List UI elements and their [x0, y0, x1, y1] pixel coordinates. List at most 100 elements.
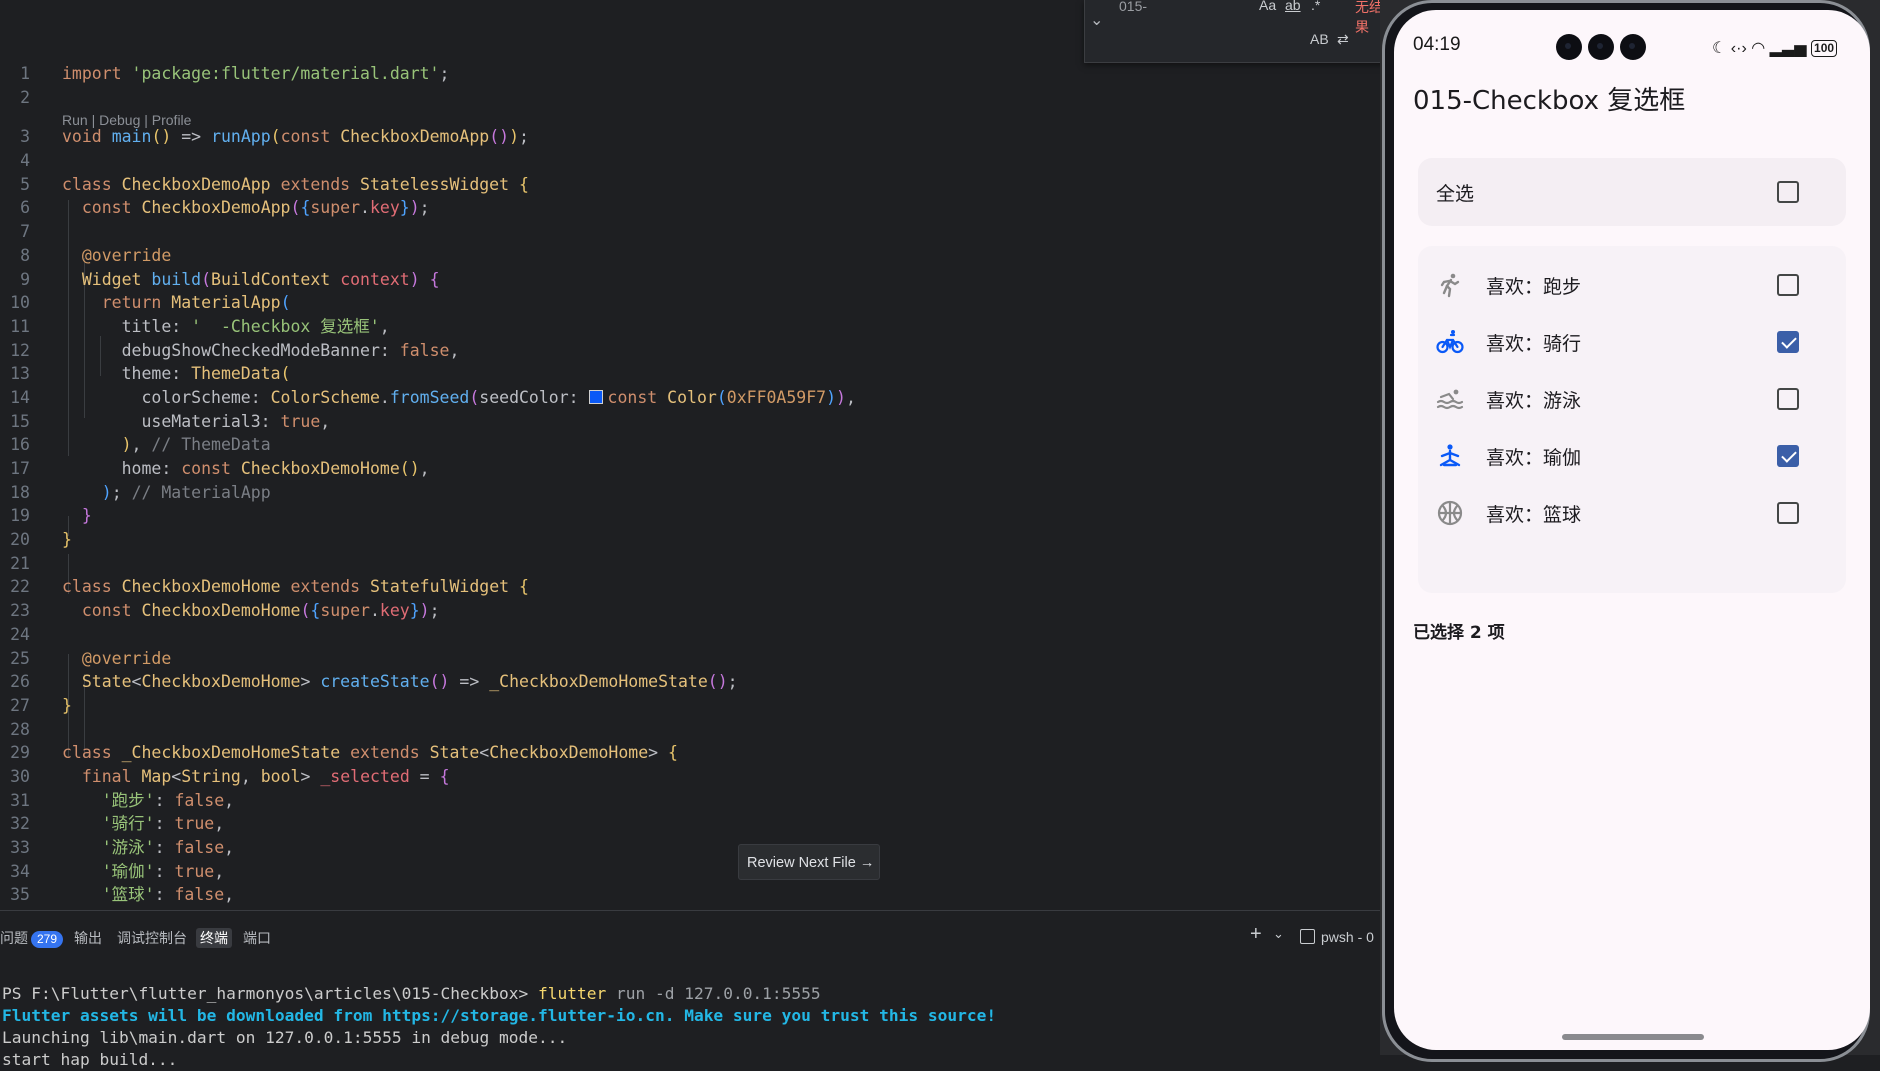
code-line: 4: [20, 151, 30, 171]
select-all-label: 全选: [1436, 183, 1475, 205]
find-result-status: 无结果: [1355, 0, 1380, 35]
list-item-label: 喜欢：骑行: [1486, 333, 1582, 355]
code-icon: ‹·›: [1730, 40, 1747, 57]
code-line: 10 return MaterialApp(: [10, 293, 291, 313]
status-icons: ☾ ‹·› ◠ ▂▃▅ 100: [1712, 38, 1838, 58]
bottom-panel: 问题 279 输出 调试控制台 终端 端口 + ⌄ pwsh - 0 PS F:\…: [0, 910, 1380, 1069]
terminal-command: flutter: [538, 984, 607, 1003]
select-all-checkbox[interactable]: [1777, 181, 1799, 203]
camera-icon: [1556, 34, 1582, 60]
tab-terminal[interactable]: 终端: [196, 928, 232, 948]
hobby-list-card: 喜欢：跑步 喜欢：骑行 喜欢：游泳 喜欢：瑜伽 喜欢：篮球: [1418, 246, 1846, 593]
new-terminal-icon[interactable]: +: [1250, 923, 1262, 946]
code-line: 32 '骑行': true,: [10, 814, 225, 834]
terminal-output[interactable]: PS F:\Flutter\flutter_harmonyos\articles…: [2, 983, 996, 1071]
app-title: 015-Checkbox 复选框: [1413, 86, 1686, 116]
terminal-icon: [1300, 929, 1315, 944]
code-line: 30 final Map<String, bool> _selected = {: [10, 766, 450, 786]
checkbox[interactable]: [1777, 331, 1799, 353]
replace-all-icon[interactable]: ⇄: [1337, 31, 1349, 48]
code-line: 15 useMaterial3: true,: [10, 411, 331, 431]
signal-icon: ▂▃▅: [1769, 40, 1807, 57]
code-line: 26 State<CheckboxDemoHome> createState()…: [10, 672, 738, 692]
chevron-down-icon[interactable]: ⌄: [1273, 927, 1284, 942]
list-item[interactable]: 喜欢：篮球: [1418, 479, 1846, 547]
shell-label: pwsh - 0: [1321, 929, 1374, 945]
list-item-label: 喜欢：跑步: [1486, 276, 1582, 298]
find-widget[interactable]: ⌄ 015- Aa ab .* 无结果 AB ⇄: [1084, 0, 1380, 63]
problems-count-badge: 279: [31, 931, 64, 948]
code-line: 18 ); // MaterialApp: [10, 482, 271, 502]
match-case-button[interactable]: Aa: [1259, 0, 1276, 13]
preserve-case-button[interactable]: AB: [1310, 31, 1329, 47]
code-line: 35 '篮球': false,: [10, 885, 235, 905]
checkbox[interactable]: [1777, 274, 1799, 296]
basketball-icon: [1437, 500, 1463, 526]
code-line: 16 ), // ThemeData: [10, 435, 271, 455]
code-line: 14 colorScheme: ColorScheme.fromSeed(see…: [10, 387, 856, 407]
code-line: 20}: [10, 530, 72, 550]
home-indicator[interactable]: [1562, 1034, 1704, 1040]
list-item-label: 喜欢：游泳: [1486, 390, 1582, 412]
review-next-file-button[interactable]: Review Next File →: [738, 844, 880, 880]
terminal-line: Launching lib\main.dart on 127.0.0.1:555…: [2, 1028, 568, 1047]
checkbox[interactable]: [1777, 388, 1799, 410]
code-line: 7: [20, 222, 30, 242]
wifi-icon: ◠: [1751, 40, 1766, 57]
code-line: 23 const CheckboxDemoHome({super.key});: [10, 601, 440, 621]
code-editor[interactable]: Run | Debug | Profile 1 import 'package:f…: [0, 0, 1380, 910]
tab-debug-console[interactable]: 调试控制台: [117, 928, 187, 948]
code-line: 17 home: const CheckboxDemoHome(),: [10, 459, 430, 478]
code-line: 22 class CheckboxDemoHome extends Statefu…: [10, 577, 529, 597]
code-line: 24: [10, 624, 30, 644]
code-line: 33 '游泳': false,: [10, 838, 235, 857]
code-line: 27}: [10, 695, 72, 715]
find-input[interactable]: 015-: [1119, 0, 1147, 14]
camera-icon: [1588, 34, 1614, 60]
status-time: 04:19: [1413, 34, 1461, 55]
arrow-right-icon: →: [859, 855, 875, 871]
tab-ports[interactable]: 端口: [243, 928, 271, 948]
code-line: 1 import 'package:flutter/material.dart';: [20, 64, 450, 83]
code-line: 31 '跑步': false,: [10, 790, 235, 810]
code-line: 8 @override: [20, 245, 172, 265]
phone-frame: 04:19 ☾ ‹·› ◠ ▂▃▅ 100 015-Checkbox 复选框 全…: [1382, 0, 1870, 1062]
regex-button[interactable]: .*: [1311, 0, 1320, 13]
code-line: 34 '瑜伽': true,: [10, 861, 225, 881]
color-swatch-icon[interactable]: [588, 389, 603, 404]
code-line: 13 theme: ThemeData(: [10, 364, 291, 384]
code-line: 28: [10, 719, 30, 739]
select-all-card[interactable]: 全选: [1418, 158, 1846, 226]
select-all-row[interactable]: 全选: [1418, 158, 1846, 226]
phone-screen[interactable]: 04:19 ☾ ‹·› ◠ ▂▃▅ 100 015-Checkbox 复选框 全…: [1394, 10, 1870, 1050]
code-line: 12 debugShowCheckedModeBanner: false,: [10, 340, 460, 360]
swimming-icon: [1436, 389, 1464, 410]
list-item-label: 喜欢：篮球: [1486, 504, 1582, 526]
code-line: 19 }: [10, 506, 92, 526]
chevron-down-icon[interactable]: ⌄: [1090, 10, 1103, 30]
code-line: 11 title: ' -Checkbox 复选框',: [10, 316, 390, 336]
tab-problems[interactable]: 问题 279: [0, 928, 64, 948]
checkbox[interactable]: [1777, 445, 1799, 467]
code-line: 25 @override: [10, 648, 172, 668]
code-line: 9 Widget build(BuildContext context) {: [20, 269, 440, 289]
code-line: 5 class CheckboxDemoApp extends Stateless…: [20, 174, 529, 194]
selected-count: 已选择 2 项: [1413, 623, 1505, 643]
code-lines: 1 import 'package:flutter/material.dart';…: [0, 62, 1380, 907]
code-line: 6 const CheckboxDemoApp({super.key});: [20, 198, 430, 218]
terminal-prompt: PS F:\Flutter\flutter_harmonyos\articles…: [2, 984, 539, 1003]
terminal-shell-selector[interactable]: pwsh - 0: [1300, 929, 1374, 945]
battery-icon: 100: [1811, 40, 1838, 57]
code-line: 29 class _CheckboxDemoHomeState extends S…: [10, 743, 678, 763]
yoga-icon: [1439, 444, 1461, 467]
terminal-args: run -d 127.0.0.1:5555: [606, 984, 821, 1003]
running-icon: [1440, 273, 1460, 298]
whole-word-button[interactable]: ab: [1285, 0, 1301, 13]
list-item-label: 喜欢：瑜伽: [1486, 447, 1582, 469]
tab-label: 问题: [0, 930, 28, 946]
moon-icon: ☾: [1712, 40, 1727, 57]
checkbox[interactable]: [1777, 502, 1799, 524]
status-bar: 04:19 ☾ ‹·› ◠ ▂▃▅ 100: [1394, 10, 1870, 60]
cycling-icon: [1436, 330, 1464, 354]
tab-output[interactable]: 输出: [74, 928, 102, 948]
